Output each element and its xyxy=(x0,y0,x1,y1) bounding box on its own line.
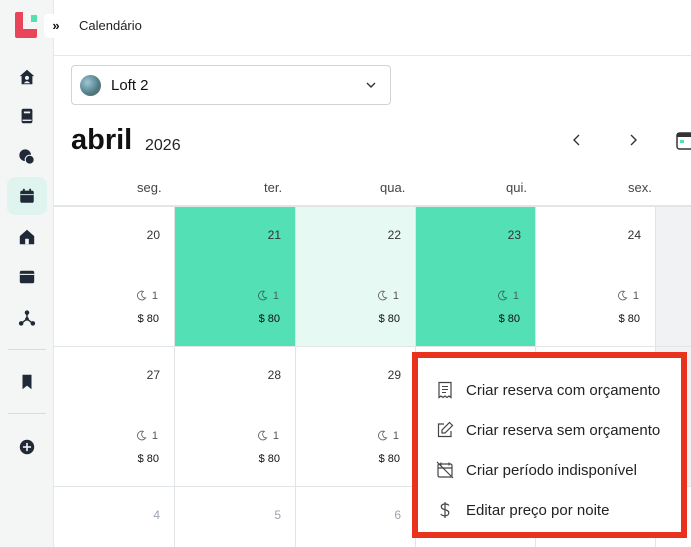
app-logo[interactable] xyxy=(15,12,39,38)
menu-item-label: Criar reserva sem orçamento xyxy=(466,421,661,439)
min-nights: 1 xyxy=(151,290,158,302)
day-number: 29 xyxy=(387,368,401,382)
day-cell[interactable]: 4 xyxy=(54,487,175,547)
sidebar-item-properties[interactable] xyxy=(7,218,47,256)
weekday-label: seg. xyxy=(137,180,162,195)
sidebar-item-add[interactable] xyxy=(7,428,47,466)
chevron-left-icon[interactable] xyxy=(569,132,585,148)
menu-item-create-unavailable-period[interactable]: Criar período indisponível xyxy=(436,457,676,483)
day-number: 5 xyxy=(274,508,281,522)
sidebar-item-saved[interactable] xyxy=(7,363,47,401)
network-icon xyxy=(18,310,36,326)
menu-item-label: Criar período indisponível xyxy=(466,461,637,479)
year-label: 2026 xyxy=(145,137,181,154)
min-nights: 1 xyxy=(272,430,279,442)
day-cell-in-range[interactable]: 22 1 $ 80 xyxy=(296,207,416,347)
browser-icon xyxy=(19,270,35,284)
min-nights: 1 xyxy=(632,290,639,302)
weekday-label: ter. xyxy=(264,180,283,195)
menu-item-create-booking-without-quote[interactable]: Criar reserva sem orçamento xyxy=(436,417,676,443)
expand-sidebar-button[interactable]: » xyxy=(44,14,66,38)
min-nights: 1 xyxy=(272,290,279,302)
day-cell[interactable]: 24 1 $ 80 xyxy=(536,207,656,347)
day-cell[interactable]: 29 1 $ 80 xyxy=(296,347,416,487)
sidebar-item-home[interactable] xyxy=(7,58,47,96)
weekday-label: qua. xyxy=(380,180,406,195)
min-nights: 1 xyxy=(151,430,158,442)
edit-icon xyxy=(437,421,454,438)
day-cell-selected[interactable]: 23 1 $ 80 xyxy=(416,207,536,347)
day-cell[interactable]: 20 1 $ 80 xyxy=(54,207,175,347)
sidebar-item-integrations[interactable] xyxy=(7,299,47,337)
menu-item-create-booking-with-quote[interactable]: Criar reserva com orçamento xyxy=(436,377,676,403)
day-cell[interactable]: 5 xyxy=(175,487,296,547)
night-price: $ 80 xyxy=(137,453,159,465)
menu-item-edit-nightly-price[interactable]: Editar preço por noite xyxy=(436,497,676,523)
sidebar-divider xyxy=(8,349,46,350)
sidebar-item-calendar[interactable] xyxy=(7,177,47,215)
night-price: $ 80 xyxy=(378,453,400,465)
night-price: $ 80 xyxy=(137,313,159,325)
property-avatar xyxy=(80,75,101,96)
night-price: $ 80 xyxy=(498,313,520,325)
plus-circle-icon xyxy=(19,439,35,455)
calendar-view-icon[interactable] xyxy=(676,130,691,150)
moon-icon xyxy=(618,290,628,301)
day-cell[interactable]: 6 xyxy=(296,487,416,547)
moon-icon xyxy=(378,430,388,441)
sidebar-item-website[interactable] xyxy=(7,258,47,296)
min-nights: 1 xyxy=(512,290,519,302)
day-number: 4 xyxy=(153,508,160,522)
property-select-value: Loft 2 xyxy=(111,77,149,94)
sidebar-divider xyxy=(8,413,46,414)
chevron-down-icon xyxy=(366,82,376,88)
day-number: 20 xyxy=(146,228,160,242)
property-select[interactable]: Loft 2 xyxy=(71,65,391,105)
night-price: $ 80 xyxy=(378,313,400,325)
weekday-label: sex. xyxy=(628,180,652,195)
day-number: 6 xyxy=(394,508,401,522)
day-number: 21 xyxy=(267,228,281,242)
day-cell[interactable]: 27 1 $ 80 xyxy=(54,347,175,487)
house-icon xyxy=(19,229,35,245)
menu-item-label: Editar preço por noite xyxy=(466,501,610,519)
day-cell[interactable]: 28 1 $ 80 xyxy=(175,347,296,487)
book-icon xyxy=(21,108,33,124)
day-number: 27 xyxy=(146,368,160,382)
moon-icon xyxy=(498,290,508,301)
night-price: $ 80 xyxy=(258,313,280,325)
bookmark-icon xyxy=(22,374,32,390)
receipt-icon xyxy=(438,381,452,399)
night-price: $ 80 xyxy=(258,453,280,465)
sidebar xyxy=(0,0,54,547)
menu-item-label: Criar reserva com orçamento xyxy=(466,381,661,399)
sidebar-item-bookings[interactable] xyxy=(7,97,47,135)
breadcrumb: Calendário xyxy=(79,18,142,33)
moon-icon xyxy=(258,430,268,441)
top-bar: Calendário xyxy=(54,0,691,56)
dollar-icon xyxy=(440,502,450,518)
day-number: 23 xyxy=(507,228,521,242)
moon-icon xyxy=(258,290,268,301)
moon-icon xyxy=(378,290,388,301)
day-cell-selected[interactable]: 21 1 $ 80 xyxy=(175,207,296,347)
day-number: 22 xyxy=(387,228,401,242)
day-number: 28 xyxy=(267,368,281,382)
month-title: abril xyxy=(71,124,133,156)
calendar-icon xyxy=(20,188,34,203)
chat-icon xyxy=(19,149,35,165)
chevron-right-icon[interactable] xyxy=(625,132,641,148)
moon-icon xyxy=(137,430,147,441)
min-nights: 1 xyxy=(392,430,399,442)
calendar-off-icon xyxy=(436,461,454,479)
sidebar-item-messages[interactable] xyxy=(7,138,47,176)
weekday-label: qui. xyxy=(506,180,527,195)
day-cell-weekend[interactable] xyxy=(656,207,691,347)
home-user-icon xyxy=(19,69,35,85)
night-price: $ 80 xyxy=(618,313,640,325)
day-number: 24 xyxy=(627,228,641,242)
min-nights: 1 xyxy=(392,290,399,302)
context-menu: Criar reserva com orçamento Criar reserv… xyxy=(412,352,687,538)
moon-icon xyxy=(137,290,147,301)
